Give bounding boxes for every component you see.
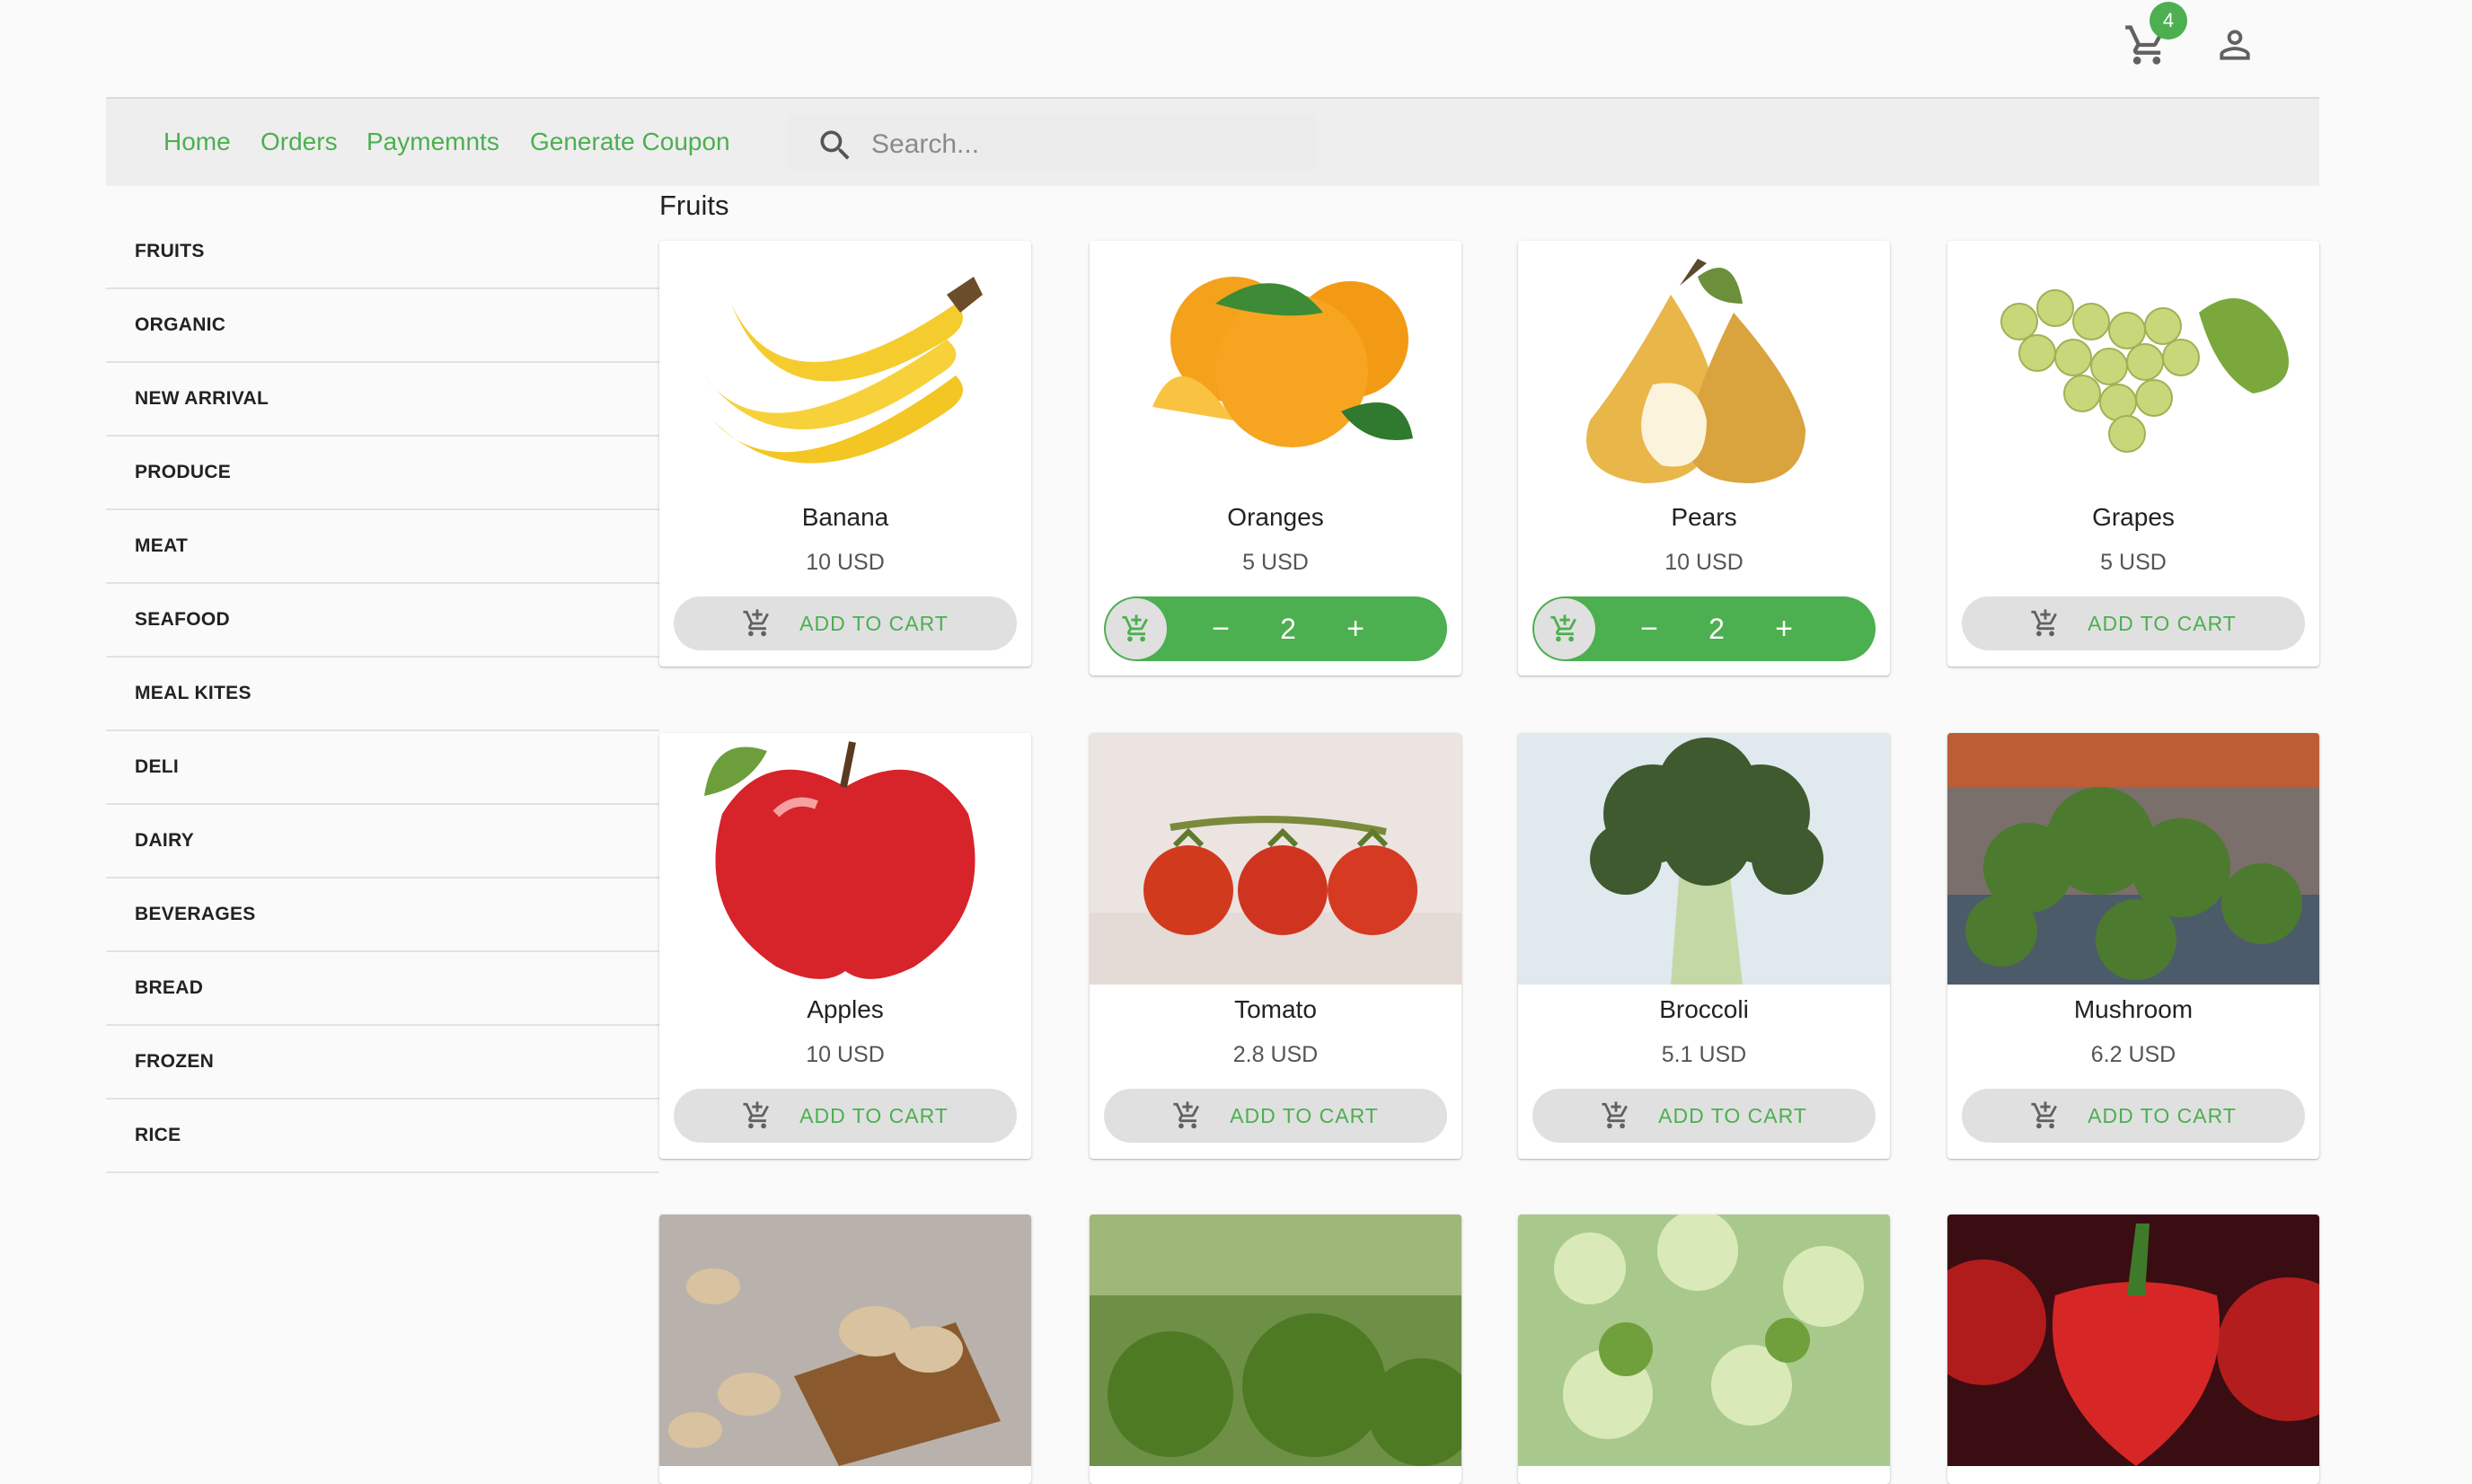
top-bar: 4 <box>0 0 2472 95</box>
add-cart-icon <box>1601 1100 1631 1131</box>
quantity-value: 2 <box>1708 612 1725 645</box>
section-title: Fruits <box>659 190 729 221</box>
category-dairy[interactable]: DAIRY <box>106 805 659 879</box>
add-to-cart-label: ADD TO CART <box>2088 1103 2237 1127</box>
decrement-button[interactable]: − <box>1622 605 1676 652</box>
product-image-cauliflower <box>1518 1215 1890 1466</box>
add-to-cart-label: ADD TO CART <box>799 611 949 635</box>
product-card <box>659 1215 1031 1484</box>
add-to-cart-label: ADD TO CART <box>1230 1103 1379 1127</box>
add-cart-icon <box>742 608 772 639</box>
add-cart-icon <box>2030 1100 2061 1131</box>
category-bread[interactable]: BREAD <box>106 952 659 1026</box>
product-name: Tomato <box>1234 995 1317 1023</box>
product-image-tomato <box>1090 733 1461 985</box>
product-price: 5 USD <box>2100 550 2167 575</box>
category-meal-kites[interactable]: MEAL KITES <box>106 658 659 731</box>
add-to-cart-label: ADD TO CART <box>799 1103 949 1127</box>
product-name: Oranges <box>1227 503 1324 531</box>
quantity-stepper: − 2 + <box>1104 596 1447 661</box>
product-name: Pears <box>1671 503 1737 531</box>
quantity-stepper: − 2 + <box>1532 596 1876 661</box>
product-price: 10 USD <box>1664 550 1744 575</box>
product-image-apples <box>659 733 1031 985</box>
add-to-cart-button[interactable]: ADD TO CART <box>1962 1089 2305 1143</box>
product-card: Oranges 5 USD − 2 + <box>1090 241 1461 676</box>
category-new-arrival[interactable]: NEW ARRIVAL <box>106 363 659 437</box>
category-organic[interactable]: ORGANIC <box>106 289 659 363</box>
product-name: Broccoli <box>1659 995 1749 1023</box>
category-frozen[interactable]: FROZEN <box>106 1026 659 1100</box>
product-card: Banana 10 USD ADD TO CART <box>659 241 1031 667</box>
add-to-cart-label: ADD TO CART <box>2088 611 2237 635</box>
category-meat[interactable]: MEAT <box>106 510 659 584</box>
product-image-banana <box>659 241 1031 492</box>
product-name: Apples <box>807 995 884 1023</box>
nav-link-payments[interactable]: Paymemnts <box>366 128 499 156</box>
product-price: 5.1 USD <box>1661 1042 1747 1067</box>
increment-button[interactable]: + <box>1757 605 1811 652</box>
product-card: Apples 10 USD ADD TO CART <box>659 733 1031 1159</box>
product-name: Banana <box>801 503 889 531</box>
decrement-button[interactable]: − <box>1194 605 1248 652</box>
product-image-peppers <box>1947 1215 2319 1466</box>
add-to-cart-label: ADD TO CART <box>1658 1103 1807 1127</box>
add-cart-icon <box>1172 1100 1203 1131</box>
product-image-pears <box>1518 241 1890 492</box>
category-seafood[interactable]: SEAFOOD <box>106 584 659 658</box>
nav-link-home[interactable]: Home <box>163 128 231 156</box>
add-to-cart-button[interactable]: ADD TO CART <box>1104 1089 1447 1143</box>
increment-button[interactable]: + <box>1329 605 1382 652</box>
nav-bar: Home Orders Paymemnts Generate Coupon <box>106 97 2319 186</box>
product-card: Mushroom 6.2 USD ADD TO CART <box>1947 733 2319 1159</box>
category-beverages[interactable]: BEVERAGES <box>106 879 659 952</box>
product-name: Mushroom <box>2073 995 2194 1023</box>
search-icon <box>820 130 850 160</box>
add-cart-icon <box>1549 614 1580 644</box>
nav-link-generate-coupon[interactable]: Generate Coupon <box>530 128 730 156</box>
product-card: Pears 10 USD − 2 + <box>1518 241 1890 676</box>
product-price: 2.8 USD <box>1232 1042 1319 1067</box>
search-box <box>787 115 1317 172</box>
product-price: 10 USD <box>806 1042 885 1067</box>
product-image-oranges <box>1090 241 1461 492</box>
category-sidebar: FRUITS ORGANIC NEW ARRIVAL PRODUCE MEAT … <box>106 216 659 1173</box>
person-icon <box>2220 30 2250 60</box>
add-to-cart-button[interactable]: ADD TO CART <box>1532 1089 1876 1143</box>
cart-stepper-button[interactable] <box>1534 598 1595 659</box>
product-card: Broccoli 5.1 USD ADD TO CART <box>1518 733 1890 1159</box>
product-price: 5 USD <box>1242 550 1309 575</box>
add-cart-icon <box>742 1100 772 1131</box>
add-cart-icon <box>1121 614 1152 644</box>
category-fruits[interactable]: FRUITS <box>106 216 659 289</box>
product-price: 6.2 USD <box>2090 1042 2176 1067</box>
product-image-kale <box>1090 1215 1461 1466</box>
add-to-cart-button[interactable]: ADD TO CART <box>1962 596 2305 650</box>
product-card <box>1947 1215 2319 1484</box>
product-card <box>1518 1215 1890 1484</box>
add-to-cart-button[interactable]: ADD TO CART <box>674 1089 1017 1143</box>
product-card <box>1090 1215 1461 1484</box>
search-input[interactable] <box>870 122 1304 167</box>
cart-count-badge: 4 <box>2150 2 2187 40</box>
category-deli[interactable]: DELI <box>106 731 659 805</box>
product-card: Tomato 2.8 USD ADD TO CART <box>1090 733 1461 1159</box>
product-image-mushrooms <box>659 1215 1031 1466</box>
nav-link-orders[interactable]: Orders <box>260 128 338 156</box>
product-image-mushroom <box>1947 733 2319 985</box>
category-produce[interactable]: PRODUCE <box>106 437 659 510</box>
quantity-value: 2 <box>1280 612 1296 645</box>
product-name: Grapes <box>2092 503 2175 531</box>
add-to-cart-button[interactable]: ADD TO CART <box>674 596 1017 650</box>
product-price: 10 USD <box>806 550 885 575</box>
product-image-broccoli <box>1518 733 1890 985</box>
add-cart-icon <box>2030 608 2061 639</box>
product-image-grapes <box>1947 241 2319 492</box>
account-button[interactable] <box>2208 18 2262 72</box>
product-card: Grapes 5 USD ADD TO CART <box>1947 241 2319 667</box>
cart-stepper-button[interactable] <box>1106 598 1167 659</box>
category-rice[interactable]: RICE <box>106 1100 659 1173</box>
